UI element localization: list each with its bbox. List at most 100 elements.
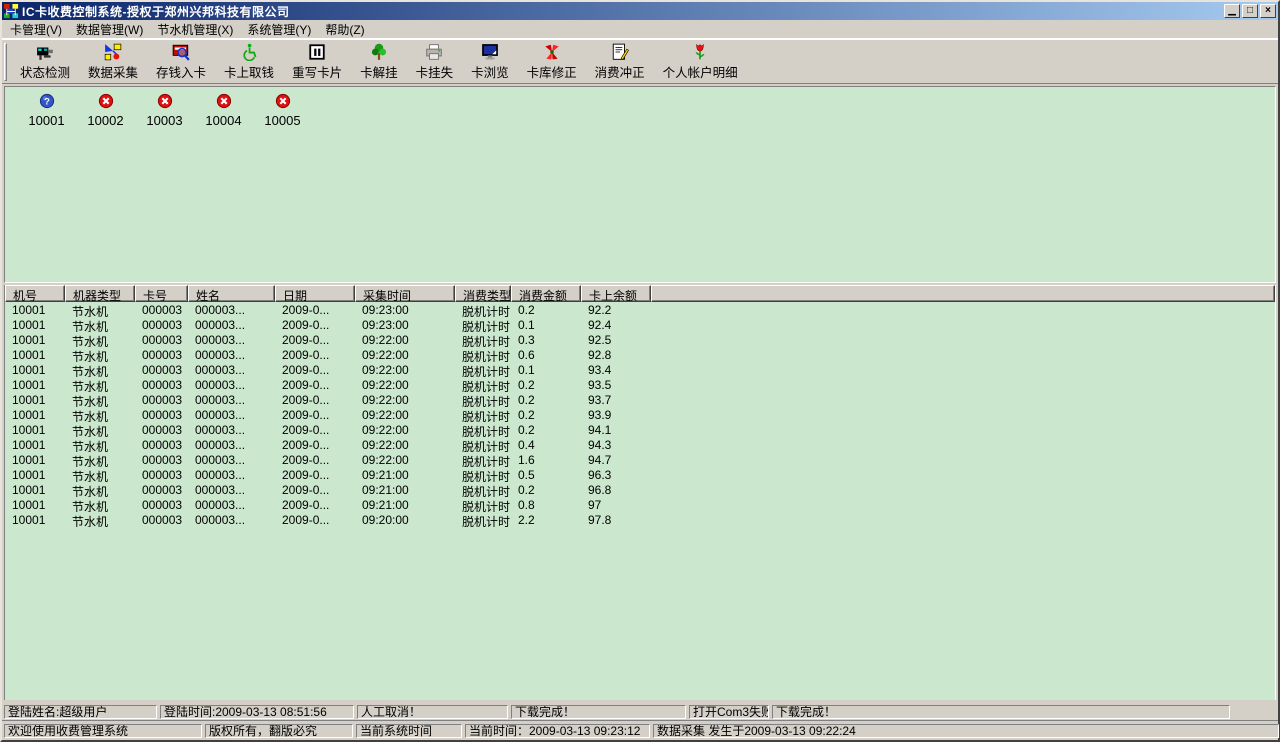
toolbar-button-2[interactable]: 数据采集 xyxy=(79,41,147,83)
table-cell: 94.3 xyxy=(581,437,651,452)
table-cell: 92.4 xyxy=(581,317,651,332)
table-cell: 93.9 xyxy=(581,407,651,422)
column-header[interactable]: 消费类型 xyxy=(455,285,511,302)
table-cell: 10001 xyxy=(5,377,65,392)
table-cell: 000003 xyxy=(135,332,188,347)
table-cell: 000003... xyxy=(188,512,275,527)
table-row[interactable]: 10001节水机000003000003...2009-0...09:22:00… xyxy=(5,332,1275,347)
table-row[interactable]: 10001节水机000003000003...2009-0...09:21:00… xyxy=(5,482,1275,497)
table-row[interactable]: 10001节水机000003000003...2009-0...09:22:00… xyxy=(5,392,1275,407)
minimize-button[interactable]: ▁ xyxy=(1224,4,1240,18)
toolbar-button-6[interactable]: 卡解挂 xyxy=(351,41,407,83)
app-window: IC卡收费控制系统-授权于郑州兴邦科技有限公司 ▁ □ × 卡管理(V)数据管理… xyxy=(0,0,1280,742)
table-row[interactable]: 10001节水机000003000003...2009-0...09:20:00… xyxy=(5,512,1275,527)
svg-text:?: ? xyxy=(44,97,50,108)
toolbar-button-11[interactable]: 个人帐户明细 xyxy=(654,41,747,83)
toolbar-grip-handle[interactable] xyxy=(4,43,7,81)
column-header[interactable]: 消费金额 xyxy=(511,285,581,302)
toolbar-button-label: 卡挂失 xyxy=(416,62,454,81)
status-segment: 登陆时间:2009-03-13 08:51:56 xyxy=(160,705,354,719)
menu-item[interactable]: 帮助(Z) xyxy=(318,19,371,40)
device-id-label: 10003 xyxy=(146,113,182,128)
column-header[interactable]: 机号 xyxy=(5,285,65,302)
menu-item[interactable]: 数据管理(W) xyxy=(69,19,150,40)
table-cell: 节水机 xyxy=(65,302,135,317)
toolbar-button-label: 个人帐户明细 xyxy=(663,62,738,81)
table-cell: 节水机 xyxy=(65,332,135,347)
toolbar-button-label: 卡解挂 xyxy=(360,62,398,81)
table-cell: 0.6 xyxy=(511,347,581,362)
toolbar-button-10[interactable]: 消费冲正 xyxy=(586,41,654,83)
table-cell: 2009-0... xyxy=(275,392,355,407)
table-cell: 92.8 xyxy=(581,347,651,362)
tulip-icon xyxy=(691,43,709,61)
menu-bar: 卡管理(V)数据管理(W)节水机管理(X)系统管理(Y)帮助(Z) xyxy=(2,20,1278,39)
column-header[interactable]: 日期 xyxy=(275,285,355,302)
menu-item[interactable]: 卡管理(V) xyxy=(3,19,69,40)
table-cell: 0.4 xyxy=(511,437,581,452)
table-cell: 0.2 xyxy=(511,407,581,422)
device-item[interactable]: 10004 xyxy=(194,93,253,128)
table-cell: 脱机计时 xyxy=(455,362,511,377)
table-cell: 脱机计时 xyxy=(455,407,511,422)
error-icon xyxy=(216,93,232,109)
table-row[interactable]: 10001节水机000003000003...2009-0...09:23:00… xyxy=(5,317,1275,332)
toolbar-button-9[interactable]: 卡库修正 xyxy=(518,41,586,83)
window-pane-icon xyxy=(308,43,326,61)
table-cell: 10001 xyxy=(5,452,65,467)
toolbar-button-7[interactable]: 卡挂失 xyxy=(407,41,463,83)
error-icon xyxy=(275,93,291,109)
status-segment: 当前时间：2009-03-13 09:23:12 xyxy=(465,724,650,738)
table-row[interactable]: 10001节水机000003000003...2009-0...09:22:00… xyxy=(5,347,1275,362)
flow-arrows-icon xyxy=(104,43,122,61)
table-row[interactable]: 10001节水机000003000003...2009-0...09:21:00… xyxy=(5,467,1275,482)
printer-icon xyxy=(425,43,443,61)
column-header[interactable]: 采集时间 xyxy=(355,285,455,302)
table-row[interactable]: 10001节水机000003000003...2009-0...09:22:00… xyxy=(5,362,1275,377)
table-cell: 节水机 xyxy=(65,497,135,512)
table-cell: 000003 xyxy=(135,302,188,317)
menu-item[interactable]: 节水机管理(X) xyxy=(150,19,240,40)
close-button[interactable]: × xyxy=(1260,4,1276,18)
device-item[interactable]: 10002 xyxy=(76,93,135,128)
column-header[interactable]: 姓名 xyxy=(188,285,275,302)
toolbar-button-8[interactable]: 卡浏览 xyxy=(462,41,518,83)
table-cell: 000003 xyxy=(135,467,188,482)
device-item[interactable]: 10005 xyxy=(253,93,312,128)
table-cell: 92.2 xyxy=(581,302,651,317)
table-cell: 000003 xyxy=(135,512,188,527)
title-bar[interactable]: IC卡收费控制系统-授权于郑州兴邦科技有限公司 ▁ □ × xyxy=(2,2,1278,20)
table-cell: 09:22:00 xyxy=(355,332,455,347)
table-cell: 0.2 xyxy=(511,422,581,437)
table-row[interactable]: 10001节水机000003000003...2009-0...09:23:00… xyxy=(5,302,1275,317)
wheelchair-icon xyxy=(240,43,258,61)
table-row[interactable]: 10001节水机000003000003...2009-0...09:22:00… xyxy=(5,407,1275,422)
toolbar-button-3[interactable]: 存钱入卡 xyxy=(147,41,215,83)
table-row[interactable]: 10001节水机000003000003...2009-0...09:22:00… xyxy=(5,437,1275,452)
toolbar: 状态检测数据采集存钱入卡卡上取钱重写卡片卡解挂卡挂失卡浏览卡库修正消费冲正个人帐… xyxy=(2,39,1278,84)
toolbar-button-1[interactable]: 状态检测 xyxy=(11,41,79,83)
table-cell: 节水机 xyxy=(65,467,135,482)
device-item[interactable]: 10003 xyxy=(135,93,194,128)
table-cell: 000003 xyxy=(135,422,188,437)
device-id-label: 10004 xyxy=(205,113,241,128)
table-cell: 2009-0... xyxy=(275,317,355,332)
column-header[interactable]: 卡上余额 xyxy=(581,285,651,302)
table-cell: 2009-0... xyxy=(275,347,355,362)
column-header[interactable]: 机器类型 xyxy=(65,285,135,302)
table-cell: 2009-0... xyxy=(275,482,355,497)
table-cell: 09:21:00 xyxy=(355,482,455,497)
toolbar-button-label: 卡上取钱 xyxy=(224,62,274,81)
toolbar-button-4[interactable]: 卡上取钱 xyxy=(215,41,283,83)
device-item[interactable]: ?10001 xyxy=(17,93,76,128)
menu-item[interactable]: 系统管理(Y) xyxy=(240,19,318,40)
table-row[interactable]: 10001节水机000003000003...2009-0...09:22:00… xyxy=(5,422,1275,437)
table-row[interactable]: 10001节水机000003000003...2009-0...09:22:00… xyxy=(5,452,1275,467)
toolbar-button-5[interactable]: 重写卡片 xyxy=(283,41,351,83)
table-cell: 09:23:00 xyxy=(355,317,455,332)
restore-button[interactable]: □ xyxy=(1242,4,1258,18)
table-row[interactable]: 10001节水机000003000003...2009-0...09:21:00… xyxy=(5,497,1275,512)
table-cell: 000003 xyxy=(135,437,188,452)
table-row[interactable]: 10001节水机000003000003...2009-0...09:22:00… xyxy=(5,377,1275,392)
column-header[interactable]: 卡号 xyxy=(135,285,188,302)
